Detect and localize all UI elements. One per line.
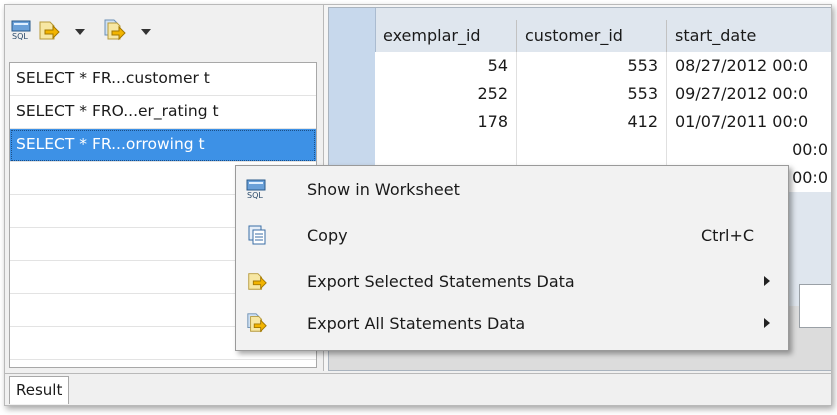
svg-text:SQL: SQL [247, 191, 263, 199]
export-selected-dropdown-icon[interactable] [75, 29, 85, 35]
column-header-customer-id[interactable]: customer_id [517, 20, 667, 52]
grid-side-field[interactable] [799, 284, 831, 328]
export-selected-icon [37, 19, 61, 45]
export-all-icon [246, 312, 268, 334]
submenu-arrow-icon [764, 318, 770, 328]
cell-customer-id[interactable]: 412 [517, 108, 667, 136]
svg-text:SQL: SQL [12, 32, 28, 40]
column-header-exemplar-id[interactable]: exemplar_id [375, 20, 517, 52]
export-all-icon [103, 19, 127, 45]
context-menu: SQL Show in Worksheet Copy Ctrl+C Export… [235, 165, 789, 351]
menu-label: Export Selected Statements Data [307, 271, 575, 291]
menu-shortcut: Ctrl+C [701, 225, 755, 245]
menu-item-copy[interactable]: Copy Ctrl+C [236, 217, 788, 253]
statement-item-borrowing[interactable]: SELECT * FR...orrowing t [10, 129, 316, 162]
table-row[interactable]: 252 553 09/27/2012 00:0 [375, 80, 831, 108]
menu-label: Show in Worksheet [307, 179, 460, 199]
cell-start-date[interactable]: 00:0 [667, 136, 831, 164]
cell-start-date[interactable]: 09/27/2012 00:0 [667, 80, 831, 108]
column-header-start-date[interactable]: start_date [667, 20, 831, 52]
copy-icon [246, 224, 268, 246]
cell-exemplar-id[interactable]: 252 [375, 80, 517, 108]
menu-label: Copy [307, 225, 348, 245]
submenu-arrow-icon [764, 276, 770, 286]
show-in-worksheet-button[interactable]: SQL [11, 20, 33, 44]
table-row[interactable]: 54 553 08/27/2012 00:0 [375, 52, 831, 80]
cell-exemplar-id[interactable]: 178 [375, 108, 517, 136]
statement-item-rating[interactable]: SELECT * FRO...er_rating t [10, 96, 316, 129]
sql-worksheet-icon: SQL [246, 178, 268, 200]
grid-header: exemplar_id customer_id start_date [375, 20, 831, 52]
menu-item-show-in-worksheet[interactable]: SQL Show in Worksheet [236, 171, 788, 207]
sql-worksheet-icon: SQL [11, 20, 33, 44]
table-row[interactable]: 178 412 01/07/2011 00:0 [375, 108, 831, 136]
tab-result[interactable]: Result [9, 376, 70, 404]
statements-toolbar: SQL [11, 19, 165, 45]
result-tab-bar: Result [5, 373, 831, 405]
cell-customer-id[interactable]: 553 [517, 52, 667, 80]
statement-item-customer[interactable]: SELECT * FR...customer t [10, 63, 316, 96]
menu-item-export-selected[interactable]: Export Selected Statements Data [236, 263, 788, 299]
cell-start-date[interactable]: 08/27/2012 00:0 [667, 52, 831, 80]
menu-item-export-all[interactable]: Export All Statements Data [236, 305, 788, 341]
export-selected-icon [246, 270, 268, 292]
export-selected-button[interactable] [37, 20, 61, 44]
cell-customer-id[interactable]: 553 [517, 80, 667, 108]
cell-customer-id[interactable] [517, 136, 667, 164]
export-all-button[interactable] [103, 19, 127, 45]
cell-exemplar-id[interactable] [375, 136, 517, 164]
export-all-dropdown-icon[interactable] [141, 29, 151, 35]
table-row[interactable]: 00:0 [375, 136, 831, 164]
menu-label: Export All Statements Data [307, 313, 526, 333]
cell-exemplar-id[interactable]: 54 [375, 52, 517, 80]
cell-start-date[interactable]: 01/07/2011 00:0 [667, 108, 831, 136]
